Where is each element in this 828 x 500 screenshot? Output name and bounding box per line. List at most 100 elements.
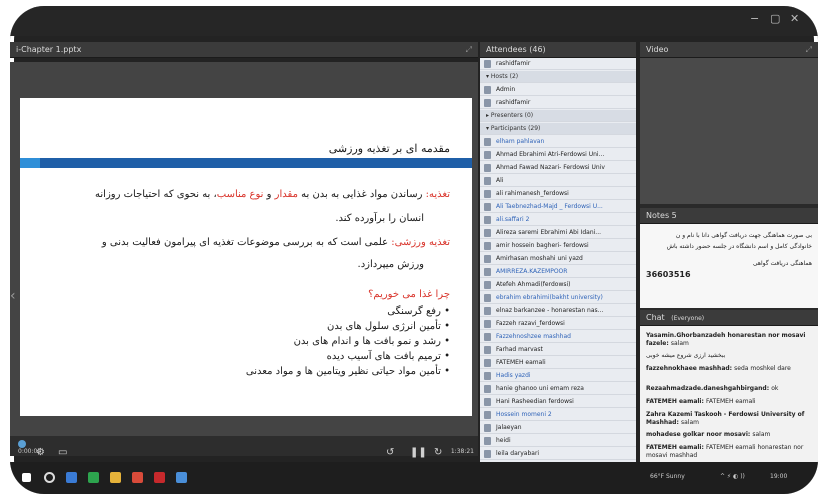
attendees-header: Attendees (46) — [480, 42, 636, 58]
attendee-row[interactable]: Hossein momeni 2 — [480, 409, 636, 421]
attendee-row[interactable]: heidi — [480, 435, 636, 447]
attendee-row[interactable]: Farhad marvast — [480, 344, 636, 356]
taskbar: 66°F Sunny ^ ⚡ ◐ )) 19:00 — [10, 462, 818, 494]
attendee-row[interactable]: AMIRREZA.KAZEMPOOR — [480, 266, 636, 278]
rewind-icon[interactable]: ↺ — [386, 447, 394, 458]
chat-sender: FATEMEH eamali: — [646, 398, 706, 405]
attendee-name: ▸ Presenters (0) — [486, 112, 534, 119]
notes-line: 36603516 — [646, 270, 691, 279]
chat-message: FATEMEH eamali: FATEMEH eamali — [646, 398, 812, 406]
user-icon — [484, 320, 491, 328]
search-icon[interactable] — [44, 472, 55, 483]
chat-message: FATEMEH eamali: FATEMEH eamali honaresta… — [646, 444, 812, 460]
attendee-section-header[interactable]: ▸ Presenters (0) — [480, 110, 636, 122]
user-icon — [484, 437, 491, 445]
attendee-row[interactable]: amir hossein bagheri- ferdowsi — [480, 240, 636, 252]
title-bar: − ▢ ✕ — [10, 6, 818, 36]
attendee-row[interactable]: Ali Taebnezhad-Majd _ Ferdowsi U... — [480, 201, 636, 213]
user-icon — [484, 411, 491, 419]
maximize-icon[interactable]: ⤢ — [806, 42, 812, 58]
attendee-row[interactable]: Admin — [480, 84, 636, 96]
attendee-row[interactable]: Ali — [480, 175, 636, 187]
right-panel: Video ⤢ Notes 5 بی صورت هماهنگی جهت دریا… — [640, 42, 818, 462]
prev-slide-icon[interactable]: ‹ — [10, 288, 16, 304]
slide-area: مقدمه ای بر تغذیه ورزشی تغذیه: رساندن مو… — [10, 62, 478, 436]
chat-sender: mohadese golkar noor mosavi: — [646, 431, 753, 438]
settings-icon[interactable]: ⚙ — [36, 447, 45, 458]
attendee-row[interactable]: ali.saffari 2 — [480, 214, 636, 226]
slide-question: چرا غذا می خوریم؟ — [368, 289, 450, 300]
attendee-row[interactable]: rashidfamir — [480, 97, 636, 109]
attendee-name: Ahmad Fawad Nazari- Ferdowsi Univ — [496, 164, 605, 171]
chat-text: salam — [670, 340, 689, 347]
maximize-button[interactable]: ▢ — [770, 12, 780, 25]
attendee-row[interactable]: Fazzeh razavi_ferdowsi — [480, 318, 636, 330]
caption-icon[interactable]: ▭ — [58, 447, 67, 458]
app-icon-green[interactable] — [88, 472, 99, 483]
chat-area: Yasamin.Ghorbanzadeh honarestan nor mosa… — [640, 326, 818, 462]
attendee-row[interactable]: Ahmad Fawad Nazari- Ferdowsi Univ — [480, 162, 636, 174]
chat-scope[interactable]: (Everyone) — [671, 315, 704, 322]
connect-icon[interactable] — [176, 472, 187, 483]
attendee-row[interactable]: elham pahlavan — [480, 136, 636, 148]
slide-bullet: • ترمیم بافت های آسیب دیده — [326, 351, 450, 362]
slide-paragraph-1: تغذیه: رساندن مواد غذایی به بدن به مقدار… — [40, 186, 450, 204]
slide-panel-header: i-Chapter 1.pptx ⤢ — [10, 42, 478, 58]
attendee-row[interactable]: hanie ghanoo uni emam reza — [480, 383, 636, 395]
attendee-row[interactable]: Jalaeyan — [480, 422, 636, 434]
p1-text-b: و — [263, 189, 275, 200]
user-icon — [484, 398, 491, 406]
pause-icon[interactable]: ❚❚ — [410, 447, 427, 458]
minimize-button[interactable]: − — [750, 12, 759, 25]
clock[interactable]: 19:00 — [770, 473, 787, 480]
user-icon — [484, 190, 491, 198]
attendee-name: heidi — [496, 437, 511, 444]
attendee-row[interactable]: Fazzehnoshzee mashhad — [480, 331, 636, 343]
app-icon-red[interactable] — [132, 472, 143, 483]
weather-status[interactable]: 66°F Sunny — [650, 473, 685, 480]
attendee-row[interactable]: elnaz barkanzee - honarestan nas... — [480, 305, 636, 317]
user-icon — [484, 242, 491, 250]
user-icon — [484, 86, 491, 94]
attendees-list: rashidfamir ▾ Hosts (2) Admin rashidfamir ▸ … — [480, 58, 636, 462]
attendee-row[interactable]: FATEMEH eamali — [480, 357, 636, 369]
attendee-row[interactable]: Atefeh Ahmadi(ferdowsi) — [480, 279, 636, 291]
slide-bullet: • رفع گرسنگی — [387, 306, 450, 317]
attendee-row[interactable]: Alireza saremi Ebrahimi Abi Idani... — [480, 227, 636, 239]
slide-paragraph-1-line2: انسان را برآورده کند. — [335, 213, 424, 224]
close-button[interactable]: ✕ — [790, 12, 799, 25]
windows-start-icon[interactable] — [22, 473, 31, 482]
playback-progress[interactable]: 0:00:02 1:38:21 — [10, 436, 478, 456]
attendee-section-header[interactable]: ▾ Participants (29) — [480, 123, 636, 135]
chat-text: salam — [680, 419, 699, 426]
adobe-icon[interactable] — [154, 472, 165, 483]
tray-icons[interactable]: ^ ⚡ ◐ )) — [720, 473, 745, 480]
edge-icon[interactable] — [66, 472, 77, 483]
attendee-row[interactable]: Hani Rasheedian ferdowsi — [480, 396, 636, 408]
attendee-row[interactable]: Ahmad Ebrahimi Atri-Ferdowsi Uni... — [480, 149, 636, 161]
attendee-name: rashidfamir — [496, 60, 531, 67]
file-explorer-icon[interactable] — [110, 472, 121, 483]
attendee-row[interactable]: Amirhasan moshahi uni yazd — [480, 253, 636, 265]
attendee-row[interactable]: ali rahimanesh_ferdowsi — [480, 188, 636, 200]
playhead[interactable] — [18, 440, 26, 448]
maximize-icon[interactable]: ⤢ — [466, 42, 472, 58]
user-icon — [484, 203, 491, 211]
term-nutrition: تغذیه: — [425, 189, 450, 200]
attendee-name: rashidfamir — [496, 99, 531, 106]
attendee-row[interactable]: leila daryabari — [480, 448, 636, 460]
notes-line: بی صورت هماهنگی جهت دریافت گواهی دانا با… — [675, 232, 812, 239]
chat-message: Rezaahmadzade.daneshgahbirgand: ok — [646, 385, 812, 393]
attendee-section-header[interactable]: ▾ Hosts (2) — [480, 71, 636, 83]
attendee-name: FATEMEH eamali — [496, 359, 546, 366]
forward-icon[interactable]: ↻ — [434, 447, 442, 458]
attendee-name: Ali — [496, 177, 504, 184]
attendee-row[interactable]: rashidfamir — [480, 58, 636, 70]
user-icon — [484, 177, 491, 185]
attendee-row[interactable]: ebrahim ebrahimi(bakht university) — [480, 292, 636, 304]
attendee-name: hanie ghanoo uni emam reza — [496, 385, 584, 392]
attendee-name: Alireza saremi Ebrahimi Abi Idani... — [496, 229, 602, 236]
attendee-name: Hadis yazdi — [496, 372, 531, 379]
attendee-row[interactable]: Hadis yazdi — [480, 370, 636, 382]
attendee-name: AMIRREZA.KAZEMPOOR — [496, 268, 568, 275]
